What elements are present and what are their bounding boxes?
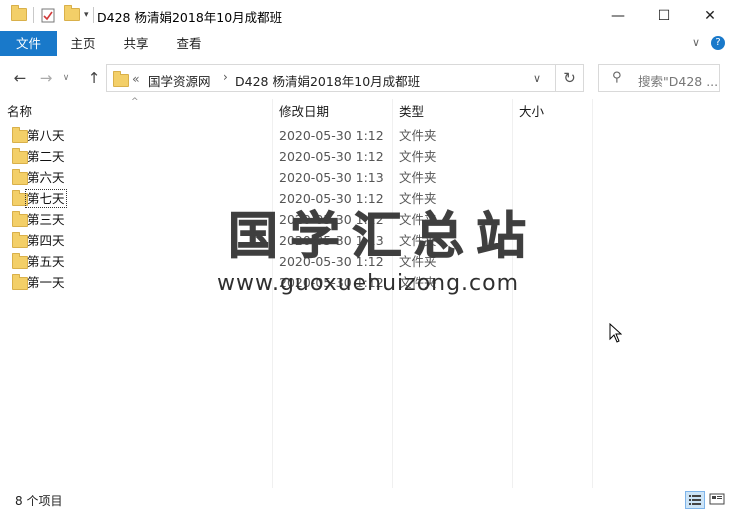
maximize-button[interactable]: ☐: [641, 0, 687, 31]
folder-icon: [12, 232, 28, 248]
tab-home[interactable]: 主页: [57, 31, 109, 56]
file-date: 2020-05-30 1:12: [279, 149, 384, 164]
recent-locations-button[interactable]: ∨: [60, 67, 72, 89]
file-date: 2020-05-30 1:12: [279, 191, 384, 206]
minimize-button[interactable]: —: [595, 0, 641, 31]
breadcrumb-item[interactable]: 国学资源网: [148, 71, 211, 90]
new-folder-icon[interactable]: [64, 5, 80, 21]
path-overflow[interactable]: «: [132, 71, 140, 86]
item-count: 8 个项目: [15, 494, 63, 508]
back-button[interactable]: ←: [10, 67, 30, 89]
file-type: 文件夹: [399, 170, 437, 185]
list-item[interactable]: 第六天 2020-05-30 1:13 文件夹: [0, 167, 593, 188]
separator: [93, 7, 94, 23]
sort-ascending-icon: ^: [131, 97, 139, 107]
up-button[interactable]: ↑: [84, 67, 104, 89]
large-icons-view-button[interactable]: [708, 491, 728, 509]
column-header-size[interactable]: 大小: [519, 99, 544, 125]
mouse-cursor-icon: [609, 322, 623, 346]
file-name: 第二天: [27, 149, 65, 164]
search-placeholder: 搜索"D428 ...: [638, 74, 719, 89]
chevron-down-icon: ∨: [62, 73, 70, 83]
chevron-down-icon: ∨: [532, 71, 542, 85]
file-name: 第六天: [27, 170, 65, 185]
address-dropdown-button[interactable]: ∨: [527, 68, 547, 88]
arrow-up-icon: ↑: [87, 69, 101, 87]
file-name: 第一天: [27, 275, 65, 290]
chevron-down-icon[interactable]: ∨: [692, 36, 700, 49]
folder-icon: [12, 253, 28, 269]
forward-button[interactable]: →: [36, 67, 56, 89]
folder-icon: [11, 5, 27, 21]
properties-icon[interactable]: [41, 8, 56, 23]
file-name: 第七天: [25, 189, 67, 208]
search-icon: ⚲: [612, 70, 622, 85]
column-header-name[interactable]: 名称: [7, 99, 32, 125]
file-date: 2020-05-30 1:13: [279, 170, 384, 185]
column-header-type[interactable]: 类型: [399, 99, 424, 125]
title-bar: ▾ D428 杨清娟2018年10月成都班 — ☐ ✕: [0, 0, 733, 31]
ribbon: 文件 主页 共享 查看 ∨ ?: [0, 31, 733, 58]
tab-share[interactable]: 共享: [109, 31, 163, 56]
folder-icon: [113, 71, 129, 87]
folder-icon: [12, 148, 28, 164]
folder-icon: [12, 127, 28, 143]
list-item[interactable]: 第八天 2020-05-30 1:12 文件夹: [0, 125, 593, 146]
watermark-url: www.guoxuehuizong.com: [217, 271, 520, 296]
minimize-icon: —: [611, 7, 625, 24]
close-button[interactable]: ✕: [687, 0, 733, 31]
refresh-button[interactable]: ↻: [556, 64, 584, 92]
chevron-right-icon[interactable]: ›: [223, 70, 228, 84]
watermark-title: 国学汇总站: [228, 207, 538, 266]
file-name: 第四天: [27, 233, 65, 248]
file-name: 第三天: [27, 212, 65, 227]
file-name: 第八天: [27, 128, 65, 143]
arrow-right-icon: →: [39, 69, 53, 87]
file-type: 文件夹: [399, 128, 437, 143]
details-view-icon: [689, 495, 701, 505]
refresh-icon: ↻: [563, 69, 576, 87]
tab-view[interactable]: 查看: [163, 31, 215, 56]
file-date: 2020-05-30 1:12: [279, 128, 384, 143]
list-item[interactable]: 第二天 2020-05-30 1:12 文件夹: [0, 146, 593, 167]
separator: [33, 7, 34, 23]
details-view-button[interactable]: [685, 491, 705, 509]
column-header-date[interactable]: 修改日期: [279, 99, 329, 125]
tab-file[interactable]: 文件: [0, 31, 57, 56]
file-type: 文件夹: [399, 191, 437, 206]
large-icons-view-icon: [709, 493, 725, 505]
file-name: 第五天: [27, 254, 65, 269]
folder-icon: [12, 169, 28, 185]
folder-icon: [12, 211, 28, 227]
maximize-icon: ☐: [657, 7, 671, 24]
breadcrumb-item[interactable]: D428 杨清娟2018年10月成都班: [235, 71, 420, 90]
close-icon: ✕: [704, 7, 716, 24]
status-bar: 8 个项目: [0, 488, 733, 512]
search-input[interactable]: ⚲ 搜索"D428 ...: [598, 64, 720, 92]
arrow-left-icon: ←: [13, 69, 27, 87]
file-type: 文件夹: [399, 149, 437, 164]
folder-icon: [12, 274, 28, 290]
address-bar[interactable]: « 国学资源网 › D428 杨清娟2018年10月成都班 ∨: [106, 64, 556, 92]
window-title: D428 杨清娟2018年10月成都班: [97, 10, 283, 25]
help-icon[interactable]: ?: [711, 36, 725, 50]
